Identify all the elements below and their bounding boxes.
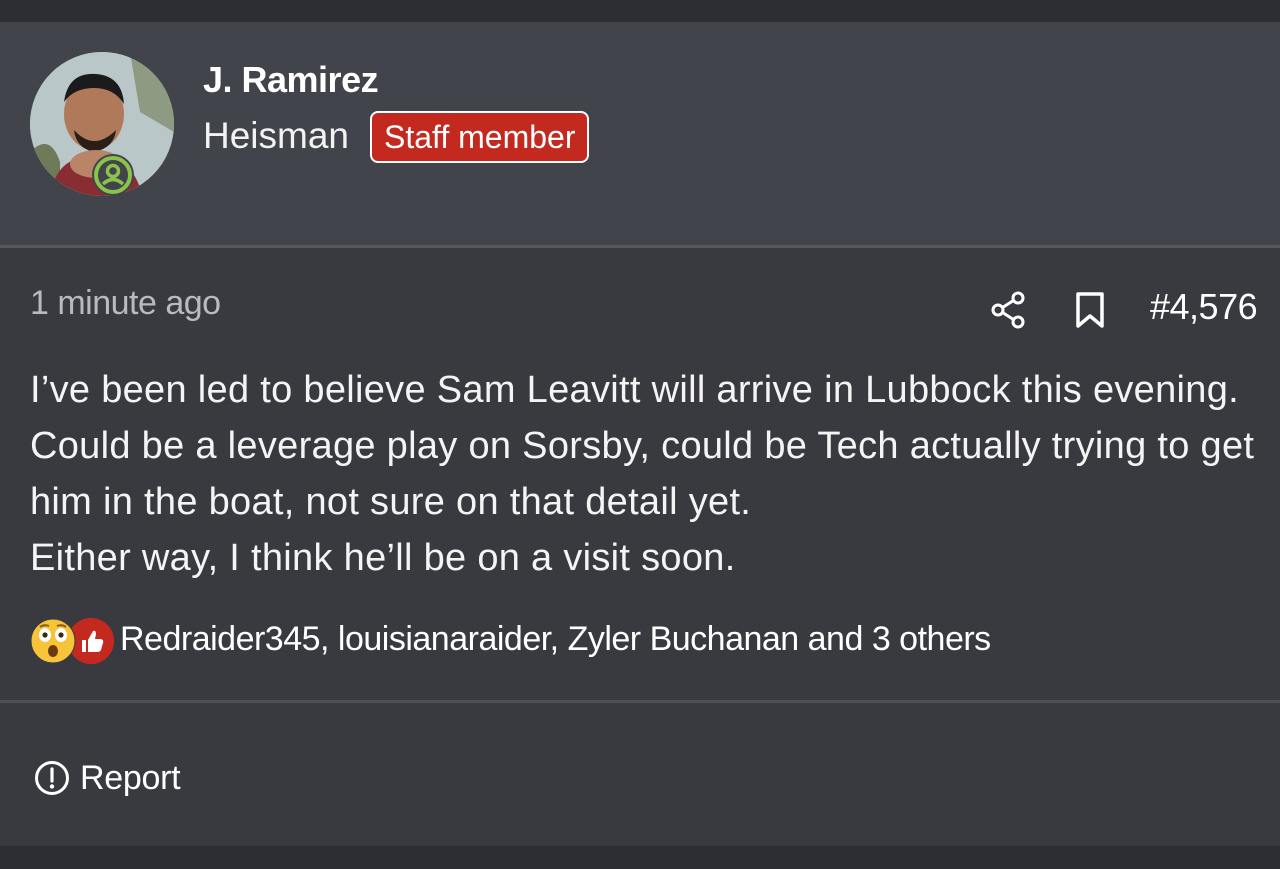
divider [0,245,1280,248]
message-paragraph: Either way, I think he’ll be on a visit … [30,537,736,579]
share-icon [991,291,1025,329]
author-name[interactable]: J. Ramirez [203,59,379,101]
user-info-block: J. Ramirez Heisman Staff member [0,22,1280,245]
online-user-icon [94,156,132,194]
reaction-users-list[interactable]: Redraider345, louisianaraider, Zyler Buc… [120,620,991,659]
reactions-bar[interactable]: Redraider345, louisianaraider, Zyler Buc… [30,618,1130,664]
wow-emoji-icon [30,618,76,664]
author-title: Heisman [203,115,349,156]
alert-circle-icon [35,761,69,795]
report-label: Report [80,758,181,797]
share-button[interactable] [988,290,1028,330]
report-button[interactable]: Report [34,758,181,798]
divider [0,700,1280,703]
bookmark-icon [1076,292,1104,328]
message-paragraph: I’ve been led to believe Sam Leavitt wil… [30,369,1255,523]
post-message: I’ve been led to believe Sam Leavitt wil… [30,362,1270,586]
bookmark-button[interactable] [1072,290,1108,330]
staff-badge: Staff member [370,111,590,163]
post-timestamp[interactable]: 1 minute ago [30,284,221,323]
reaction-icons[interactable] [30,618,114,664]
online-status-indicator [92,154,134,196]
forum-post: J. Ramirez Heisman Staff member 1 minute… [0,22,1280,846]
post-number-link[interactable]: #4,576 [1150,286,1258,328]
